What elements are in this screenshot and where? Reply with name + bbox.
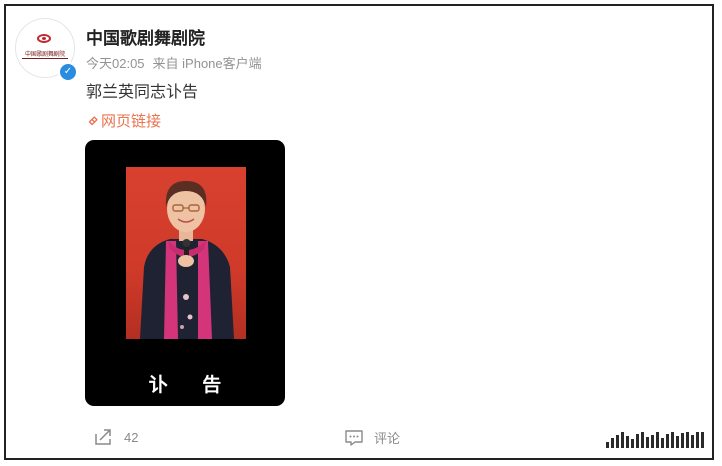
comment-button[interactable]: 评论 <box>344 428 400 447</box>
weibo-post-card: 中国歌剧舞剧院 ✓ 中国歌剧舞剧院 今天02:05 来自 iPhone客户端 郭兰… <box>4 4 714 460</box>
comment-label: 评论 <box>374 431 401 446</box>
link-icon <box>88 116 98 126</box>
avatar-logo-rule <box>22 58 68 59</box>
share-count: 42 <box>124 429 139 445</box>
portrait-photo <box>126 167 246 339</box>
post-text: 郭兰英同志讣告 <box>86 84 199 101</box>
web-link[interactable]: 网页链接 <box>86 110 161 131</box>
comment-icon <box>345 429 363 446</box>
share-icon <box>95 429 111 445</box>
like-icon <box>606 432 704 448</box>
post-source: 来自 iPhone客户端 <box>152 56 262 71</box>
author-name[interactable]: 中国歌剧舞剧院 <box>86 24 205 49</box>
verified-badge-icon: ✓ <box>58 62 78 82</box>
action-bar: 42 评论 <box>6 426 712 456</box>
avatar-logo-text: 中国歌剧舞剧院 <box>25 51 65 58</box>
obituary-image[interactable]: 讣 告 <box>85 140 285 406</box>
obituary-caption: 讣 告 <box>148 374 236 396</box>
opera-logo-icon <box>37 34 51 43</box>
like-button[interactable] <box>606 432 704 448</box>
post-time[interactable]: 今天02:05 <box>86 56 145 71</box>
web-link-label: 网页链接 <box>101 113 162 130</box>
post-meta: 今天02:05 来自 iPhone客户端 <box>86 53 262 72</box>
share-button[interactable]: 42 <box>94 428 138 446</box>
